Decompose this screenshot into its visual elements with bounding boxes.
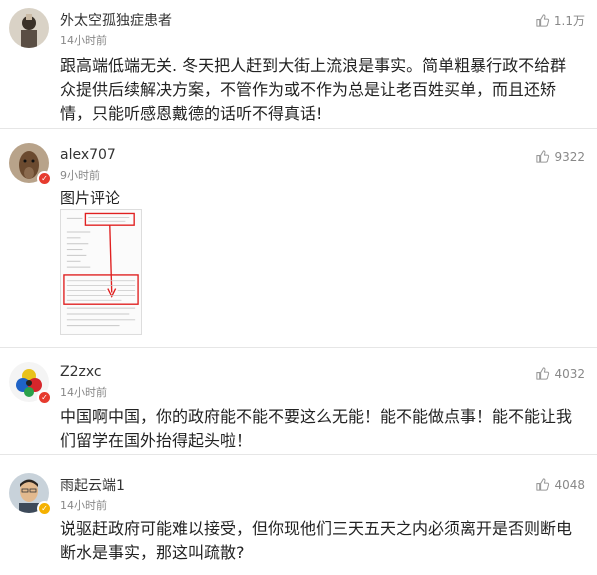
avatar[interactable]: [9, 8, 49, 48]
document-screenshot-image: [61, 210, 141, 334]
comment-text: 中国啊中国，你的政府能不能不要这么无能！能不能做点事！能不能让我们留学在国外抬得…: [60, 407, 573, 450]
comment-item: 外太空孤独症患者 14小时前 1.1万 跟高端低端无关. 冬天把人赶到大街上流浪…: [0, 0, 597, 129]
username[interactable]: 雨起云端1: [60, 475, 125, 495]
comment-item: ✓ 雨起云端1 14小时前 4048 说驱赶政府可能难以接受，但你现他们三天五天…: [0, 455, 597, 575]
comment-image[interactable]: [60, 209, 142, 335]
like-count: 1.1万: [553, 14, 585, 28]
like-button[interactable]: 9322: [535, 149, 585, 164]
timestamp: 14小时前: [60, 499, 107, 512]
like-button[interactable]: 1.1万: [535, 12, 585, 29]
timestamp: 9小时前: [60, 169, 100, 182]
comment-text: 说驱赶政府可能难以接受，但你现他们三天五天之内必须离开是否则断电断水是事实，那这…: [60, 519, 573, 562]
comment-item: ✓ Z2zxc 14小时前 4032 中国啊中国，你的政府能不能不要这么无能！能…: [0, 348, 597, 455]
verified-badge-icon: ✓: [37, 171, 52, 186]
comment-list: 外太空孤独症患者 14小时前 1.1万 跟高端低端无关. 冬天把人赶到大街上流浪…: [0, 0, 597, 575]
thumbs-up-icon: [536, 478, 550, 491]
like-count: 4048: [554, 477, 585, 492]
comment-text: 跟高端低端无关. 冬天把人赶到大街上流浪是事实。简单粗暴行政不给群众提供后续解决…: [60, 56, 567, 123]
like-button[interactable]: 4048: [535, 477, 585, 492]
image-comment-label: 图片评论: [60, 189, 121, 207]
like-count: 9322: [554, 149, 585, 164]
verified-badge-icon: ✓: [37, 501, 52, 516]
timestamp: 14小时前: [60, 386, 107, 399]
verified-badge-icon: ✓: [37, 390, 52, 405]
avatar-image: [9, 8, 49, 48]
avatar[interactable]: ✓: [9, 362, 52, 405]
username[interactable]: alex707: [60, 147, 116, 163]
thumbs-up-icon: [536, 367, 550, 380]
username[interactable]: Z2zxc: [60, 364, 102, 380]
comment-item: ✓ alex707 9小时前 9322 图片评论: [0, 129, 597, 348]
avatar[interactable]: ✓: [9, 473, 52, 516]
like-count: 4032: [554, 366, 585, 381]
timestamp: 14小时前: [60, 34, 107, 47]
avatar[interactable]: ✓: [9, 143, 52, 186]
thumbs-up-icon: [536, 14, 550, 27]
like-button[interactable]: 4032: [535, 366, 585, 381]
username[interactable]: 外太空孤独症患者: [60, 10, 172, 30]
thumbs-up-icon: [536, 150, 550, 163]
